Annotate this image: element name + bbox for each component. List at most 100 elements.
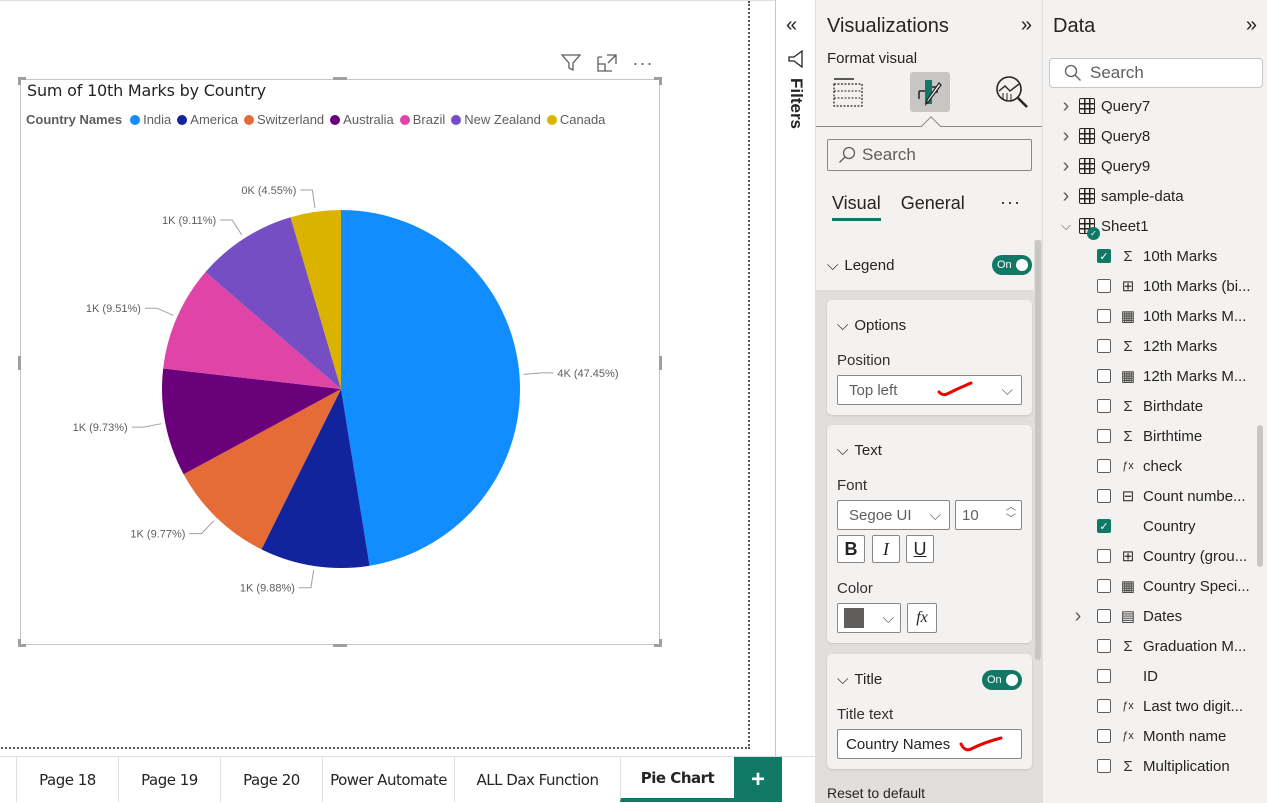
legend-section[interactable]: ⌵ Legend On (816, 240, 1034, 290)
filters-pane: « Filters (775, 0, 815, 803)
options-header[interactable]: ⌵ Options (837, 317, 906, 334)
font-size-stepper[interactable]: 10 ︿ ﹀ (955, 500, 1022, 530)
group-icon: ⊞ (1121, 278, 1135, 295)
scrollbar[interactable] (1257, 425, 1263, 567)
field-checkbox[interactable] (1097, 669, 1111, 683)
field-item[interactable]: Σ Birthtime (1079, 421, 1202, 451)
table-item[interactable]: › Query9 (1059, 151, 1151, 181)
field-item[interactable]: ID (1079, 661, 1158, 691)
field-item[interactable]: › ▤ Dates (1075, 601, 1183, 631)
filters-label[interactable]: Filters (786, 78, 806, 129)
field-item[interactable]: ⊞ 10th Marks (bi... (1079, 271, 1251, 301)
field-checkbox[interactable] (1097, 459, 1111, 473)
field-checkbox[interactable] (1097, 759, 1111, 773)
scrollbar[interactable] (1035, 240, 1041, 660)
leader-line (220, 219, 243, 236)
conditional-format-button[interactable]: fx (907, 603, 937, 633)
focus-mode-icon[interactable] (596, 53, 618, 73)
collapse-filters-icon[interactable]: « (786, 14, 797, 37)
page-tab[interactable]: Power Automate (322, 757, 454, 802)
field-checkbox[interactable] (1097, 309, 1111, 323)
chevron-down-icon: ⌵ (837, 671, 849, 688)
field-checkbox[interactable] (1097, 279, 1111, 293)
more-options-icon[interactable]: ··· (632, 53, 654, 73)
field-checkbox[interactable] (1097, 339, 1111, 353)
field-item[interactable]: Σ Graduation M... (1079, 631, 1246, 661)
format-visual-icon[interactable] (910, 72, 950, 112)
page-tab[interactable]: ALL Dax Function (454, 757, 620, 802)
table-item[interactable]: › Query7 (1059, 91, 1151, 121)
table-item[interactable]: ⌵ ✓ Sheet1 (1059, 211, 1149, 241)
tab-general[interactable]: General (901, 193, 965, 221)
calculated-column-icon: ƒx (1122, 700, 1134, 712)
filter-icon[interactable] (560, 53, 582, 73)
field-checkbox[interactable] (1097, 699, 1111, 713)
field-checkbox[interactable] (1097, 399, 1111, 413)
field-name: check (1143, 457, 1183, 475)
format-search-input[interactable]: Search (827, 139, 1032, 171)
stepper-arrows-icon[interactable]: ︿ ﹀ (1006, 502, 1016, 526)
bold-button[interactable]: B (837, 535, 865, 563)
field-item[interactable]: ƒx check (1079, 451, 1182, 481)
color-picker[interactable]: ⌵ (837, 603, 901, 633)
italic-button[interactable]: I (872, 535, 900, 563)
expand-pane-icon[interactable]: » (1246, 14, 1257, 37)
field-item[interactable]: ▦ 10th Marks M... (1079, 301, 1246, 331)
field-checkbox[interactable] (1097, 609, 1111, 623)
table-icon (1079, 158, 1095, 174)
field-item[interactable]: ƒx Month name (1079, 721, 1226, 751)
chevron-right-icon[interactable]: › (1071, 605, 1085, 628)
page-tab[interactable]: Page 20 (220, 757, 322, 802)
chevron-down-icon[interactable]: ⌵ (1059, 218, 1073, 234)
add-page-button[interactable]: + (734, 757, 782, 802)
field-checkbox[interactable] (1097, 429, 1111, 443)
analytics-icon[interactable] (992, 72, 1032, 112)
chevron-right-icon[interactable]: › (1059, 95, 1073, 118)
data-search-input[interactable]: Search (1049, 58, 1263, 88)
title-header[interactable]: ⌵ Title (837, 671, 882, 688)
field-checkbox[interactable] (1097, 729, 1111, 743)
field-item[interactable]: ✓ Σ 10th Marks (1079, 241, 1217, 271)
table-item[interactable]: › sample-data (1059, 181, 1184, 211)
page-tab[interactable]: Page 19 (118, 757, 220, 802)
field-checkbox[interactable]: ✓ (1097, 249, 1111, 263)
expand-pane-icon[interactable]: » (1021, 14, 1032, 37)
field-item[interactable]: Σ Multiplication (1079, 751, 1230, 781)
build-visual-icon[interactable] (828, 72, 868, 112)
field-checkbox[interactable] (1097, 489, 1111, 503)
underline-button[interactable]: U (906, 535, 934, 563)
field-item[interactable]: ✓ Country (1079, 511, 1196, 541)
field-checkbox[interactable]: ✓ (1097, 519, 1111, 533)
field-checkbox[interactable] (1097, 549, 1111, 563)
chevron-right-icon[interactable]: › (1059, 125, 1073, 148)
page-tab[interactable]: Pie Chart (620, 757, 734, 802)
field-item[interactable]: ▦ Country Speci... (1079, 571, 1250, 601)
position-dropdown[interactable]: Top left ⌵ (837, 375, 1022, 405)
pie-slice-india[interactable] (341, 210, 520, 566)
field-checkbox[interactable] (1097, 639, 1111, 653)
measure-icon: ⊟ (1121, 488, 1135, 505)
field-item[interactable]: Σ Birthdate (1079, 391, 1203, 421)
field-checkbox[interactable] (1097, 579, 1111, 593)
tab-visual[interactable]: Visual (832, 193, 881, 221)
title-toggle[interactable]: On (982, 670, 1022, 690)
chevron-right-icon[interactable]: › (1059, 155, 1073, 178)
data-label: 1K (9.51%) (86, 303, 141, 315)
more-options-icon[interactable]: ··· (1000, 192, 1021, 213)
reset-to-default[interactable]: Reset to default (827, 785, 925, 801)
table-item[interactable]: › Query8 (1059, 121, 1151, 151)
pie-chart-visual[interactable]: Sum of 10th Marks by Country Country Nam… (18, 77, 662, 647)
field-item[interactable]: ▦ 12th Marks M... (1079, 361, 1246, 391)
field-item[interactable]: Σ 12th Marks (1079, 331, 1217, 361)
field-item[interactable]: ƒx Last two digit... (1079, 691, 1243, 721)
field-name: 10th Marks M... (1143, 307, 1247, 325)
field-item[interactable]: ⊟ Count numbe... (1079, 481, 1246, 511)
field-item[interactable]: ⊞ Country (grou... (1079, 541, 1247, 571)
chevron-right-icon[interactable]: › (1059, 185, 1073, 208)
legend-toggle[interactable]: On (992, 255, 1032, 275)
text-header[interactable]: ⌵ Text (837, 442, 882, 459)
page-tab[interactable]: Page 18 (16, 757, 118, 802)
field-checkbox[interactable] (1097, 369, 1111, 383)
font-family-dropdown[interactable]: Segoe UI ⌵ (837, 500, 950, 530)
position-label: Position (837, 352, 891, 369)
